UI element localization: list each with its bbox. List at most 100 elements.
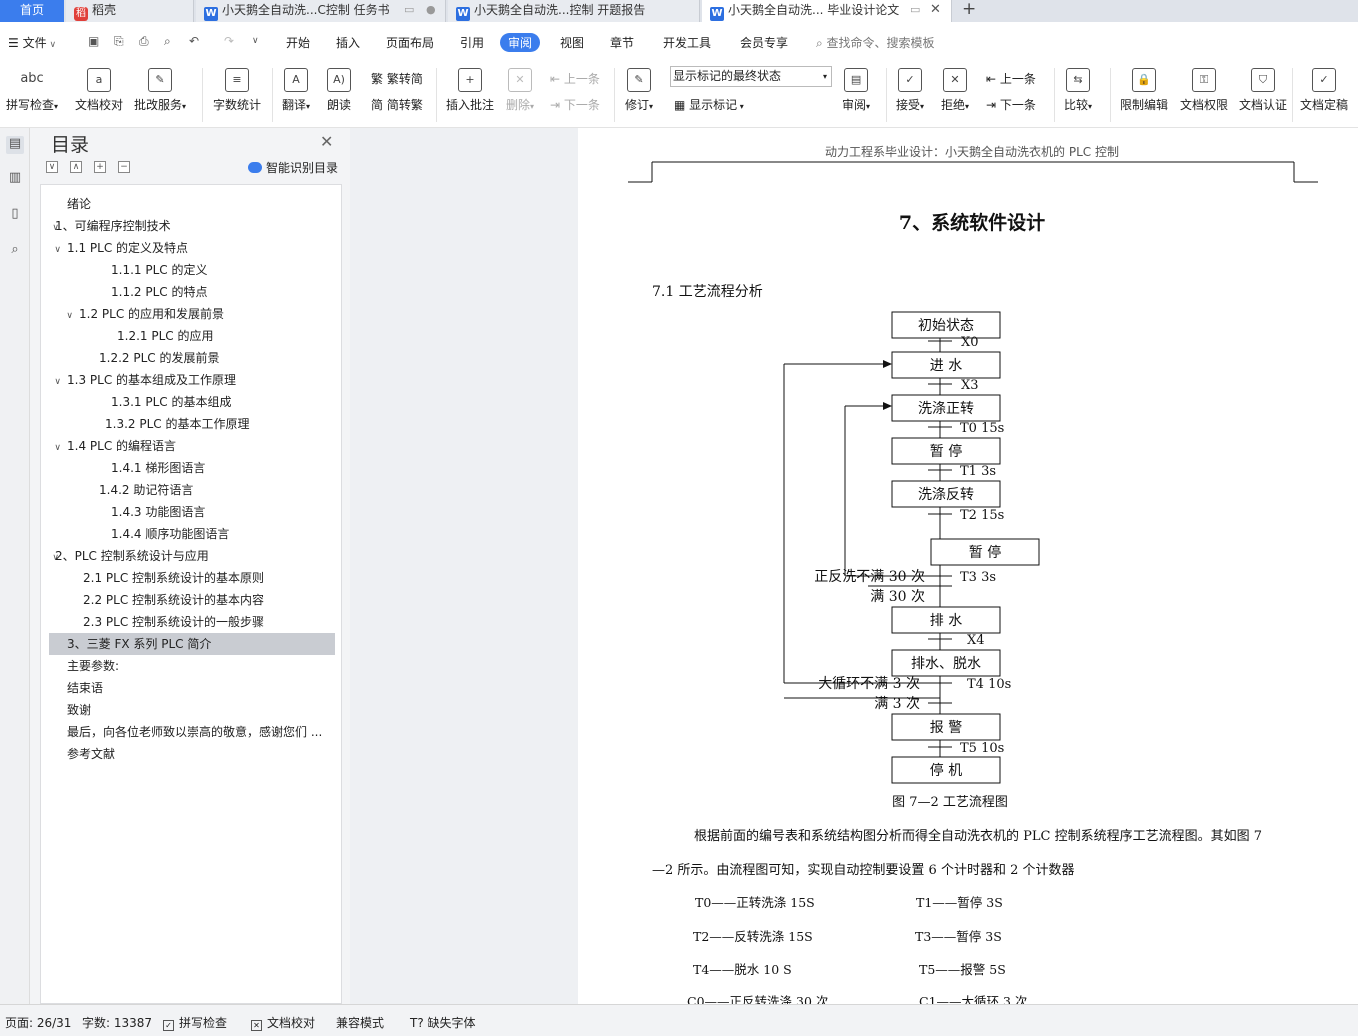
prev-comment-button[interactable]: ⇤ 上一条: [550, 70, 600, 87]
toc-item[interactable]: 最后，向各位老师致以崇高的敬意，感谢您们 ...: [49, 721, 335, 743]
page-indicator[interactable]: 页面: 26/31: [5, 1014, 71, 1031]
toc-item[interactable]: 1.2.2 PLC 的发展前景: [49, 347, 335, 369]
toc-item[interactable]: 绪论: [49, 193, 335, 215]
show-markup-button[interactable]: ▦ 显示标记 ▾: [674, 96, 744, 113]
chevron-down-icon[interactable]: ∨: [63, 305, 73, 327]
doc-certify-button[interactable]: ⛉ 文档认证: [1239, 68, 1287, 113]
toc-item[interactable]: 主要参数:: [49, 655, 335, 677]
tab-pin-icon[interactable]: ▭: [404, 3, 414, 16]
toc-item[interactable]: 结束语: [49, 677, 335, 699]
track-changes-button[interactable]: ✎ 修订▾: [625, 68, 653, 113]
bookmark-icon[interactable]: ▯: [6, 206, 24, 224]
menu-developer[interactable]: 开发工具: [663, 34, 711, 51]
review-pane-button[interactable]: ▤ 审阅▾: [842, 68, 870, 113]
toc-item[interactable]: 1.4.2 助记符语言: [49, 479, 335, 501]
missing-fonts-button[interactable]: T? 缺失字体: [410, 1014, 476, 1031]
menu-start[interactable]: 开始: [286, 34, 310, 51]
toc-item[interactable]: 2.1 PLC 控制系统设计的基本原则: [49, 567, 335, 589]
remove-heading-icon[interactable]: −: [118, 161, 130, 173]
menu-member[interactable]: 会员专享: [740, 34, 788, 51]
save-icon[interactable]: ▣: [88, 34, 99, 48]
insert-comment-button[interactable]: + 插入批注: [446, 68, 494, 113]
toc-item[interactable]: 2.2 PLC 控制系统设计的基本内容: [49, 589, 335, 611]
menu-page-layout[interactable]: 页面布局: [386, 34, 434, 51]
spell-check-button[interactable]: abc 拼写检查▾: [6, 68, 58, 113]
chevron-down-icon[interactable]: ∨: [51, 239, 61, 261]
redo-icon[interactable]: ↷: [224, 34, 234, 48]
word-count-button[interactable]: ≡ 字数统计: [213, 68, 261, 113]
doc-finalize-button[interactable]: ✓ 文档定稿: [1300, 68, 1348, 113]
menu-chapter[interactable]: 章节: [610, 34, 634, 51]
toc-item[interactable]: 1.4.3 功能图语言: [49, 501, 335, 523]
doc-permission-button[interactable]: ⚿ 文档权限: [1180, 68, 1228, 113]
menu-references[interactable]: 引用: [460, 34, 484, 51]
toc-item[interactable]: 1.4.1 梯形图语言: [49, 457, 335, 479]
toc-item[interactable]: 1.1.1 PLC 的定义: [49, 259, 335, 281]
batch-service-button[interactable]: ✎ 批改服务▾: [134, 68, 186, 113]
chevron-down-icon[interactable]: ∨: [51, 371, 61, 393]
tab-docer[interactable]: 稻稻壳: [66, 0, 194, 22]
doc-check-icon: a: [87, 68, 111, 92]
doc-check-button[interactable]: a 文档校对: [75, 68, 123, 113]
read-aloud-button[interactable]: A) 朗读: [327, 68, 351, 113]
print-icon[interactable]: ⎙: [139, 34, 149, 49]
toc-item[interactable]: ∨ 1.3 PLC 的基本组成及工作原理: [49, 369, 335, 391]
toc-item[interactable]: 2.3 PLC 控制系统设计的一般步骤: [49, 611, 335, 633]
tab-home[interactable]: 首页: [0, 0, 64, 22]
chevron-down-icon[interactable]: ∨: [51, 437, 61, 459]
collapse-all-icon[interactable]: ∧: [70, 161, 82, 173]
close-icon[interactable]: ✕: [320, 132, 333, 151]
tab-pin-icon[interactable]: ▭: [910, 3, 920, 16]
compat-mode-indicator[interactable]: 兼容模式: [336, 1014, 384, 1031]
menu-insert[interactable]: 插入: [336, 34, 360, 51]
accept-button[interactable]: ✓ 接受▾: [896, 68, 924, 113]
word-count-indicator[interactable]: 字数: 13387: [82, 1014, 152, 1031]
markup-state-select[interactable]: 显示标记的最终状态 ▾: [670, 66, 832, 87]
print-preview-icon[interactable]: ⌕: [164, 34, 171, 49]
search-icon[interactable]: ⌕: [6, 242, 24, 260]
status-doc-check[interactable]: ✕ 文档校对: [251, 1014, 315, 1031]
next-comment-button[interactable]: ⇥ 下一条: [550, 96, 600, 113]
toc-item[interactable]: 1.3.1 PLC 的基本组成: [49, 391, 335, 413]
add-heading-icon[interactable]: +: [94, 161, 106, 173]
toc-item[interactable]: 致谢: [49, 699, 335, 721]
delete-comment-button[interactable]: ✕ 删除▾: [506, 68, 534, 113]
translate-button[interactable]: A 翻译▾: [282, 68, 310, 113]
toc-item[interactable]: ∨2、PLC 控制系统设计与应用: [49, 545, 335, 567]
compare-icon: ⇆: [1066, 68, 1091, 92]
counter-item: C1——大循环 3 次: [919, 994, 1028, 1004]
toc-item[interactable]: 1.2.1 PLC 的应用: [49, 325, 335, 347]
menu-view[interactable]: 视图: [560, 34, 584, 51]
compare-button[interactable]: ⇆ 比较▾: [1064, 68, 1092, 113]
new-tab-button[interactable]: +: [962, 0, 976, 19]
close-icon[interactable]: ✕: [930, 2, 941, 17]
tab-dot-icon[interactable]: ●: [426, 3, 436, 16]
toc-item[interactable]: 1.3.2 PLC 的基本工作原理: [49, 413, 335, 435]
toc-item[interactable]: 3、三菱 FX 系列 PLC 简介: [49, 633, 335, 655]
toc-item[interactable]: 1.4.4 顺序功能图语言: [49, 523, 335, 545]
chapter-nav-icon[interactable]: ▥: [6, 170, 24, 188]
expand-all-icon[interactable]: ∨: [46, 161, 58, 173]
status-spell-check[interactable]: ✓ 拼写检查: [163, 1014, 227, 1031]
next-change-button[interactable]: ⇥ 下一条: [986, 96, 1036, 113]
toc-item[interactable]: ∨ 1.1 PLC 的定义及特点: [49, 237, 335, 259]
toc-item[interactable]: ∨ 1.2 PLC 的应用和发展前景: [49, 303, 335, 325]
quick-access-menu-icon[interactable]: ∨: [252, 36, 259, 46]
simp-to-trad-button[interactable]: 简 简转繁: [371, 96, 423, 113]
toc-item[interactable]: 1.1.2 PLC 的特点: [49, 281, 335, 303]
export-icon[interactable]: ⎘: [114, 34, 124, 49]
command-search[interactable]: ⌕ 查找命令、搜索模板: [816, 34, 935, 51]
toc-item[interactable]: ∨ 1.4 PLC 的编程语言: [49, 435, 335, 457]
restrict-edit-button[interactable]: 🔒 限制编辑: [1120, 68, 1168, 113]
tab-doc-proposal[interactable]: W 小天鹅全自动洗...控制 开题报告: [448, 0, 700, 22]
trad-to-simp-button[interactable]: 繁 繁转简: [371, 70, 423, 87]
prev-change-button[interactable]: ⇤ 上一条: [986, 70, 1036, 87]
undo-icon[interactable]: ↶: [189, 34, 199, 48]
reject-button[interactable]: ✕ 拒绝▾: [941, 68, 969, 113]
file-menu[interactable]: ☰ 文件 ∨: [8, 34, 56, 51]
toc-item[interactable]: ∨1、可编程序控制技术: [49, 215, 335, 237]
smart-toc-button[interactable]: 智能识别目录: [248, 159, 338, 176]
toc-panel-icon[interactable]: ▤: [6, 136, 24, 154]
menu-review[interactable]: 审阅: [500, 33, 541, 52]
toc-item[interactable]: 参考文献: [49, 743, 335, 765]
